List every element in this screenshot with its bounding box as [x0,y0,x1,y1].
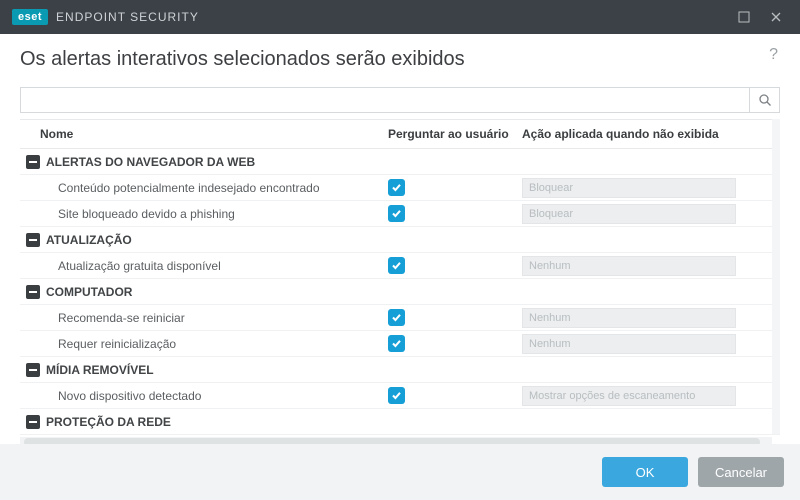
table-row: Conteúdo potencialmente indesejado encon… [20,175,780,201]
col-header-ask[interactable]: Perguntar ao usuário [388,127,522,141]
title-bar: eset ENDPOINT SECURITY [0,0,800,34]
group-label: PROTEÇÃO DA REDE [46,415,171,429]
brand-badge: eset [12,9,48,25]
ask-user-checkbox[interactable] [388,387,405,404]
search-input[interactable] [21,88,749,112]
group-name: MÍDIA REMOVÍVEL [20,363,388,377]
group-label: ATUALIZAÇÃO [46,233,132,247]
search-row [20,87,780,113]
alerts-table: Nome Perguntar ao usuário Ação aplicada … [20,119,780,435]
search-icon [758,93,772,107]
ok-button[interactable]: OK [602,457,688,487]
group-label: COMPUTADOR [46,285,132,299]
collapse-icon[interactable] [26,415,40,429]
alert-name: Requer reinicialização [20,337,388,351]
collapse-icon[interactable] [26,155,40,169]
alert-name: Atualização gratuita disponível [20,259,388,273]
minimize-button[interactable] [728,0,760,34]
page-title: Os alertas interativos selecionados serã… [20,48,780,71]
alert-name: Conteúdo potencialmente indesejado encon… [20,181,388,195]
action-field[interactable]: Nenhum [522,308,736,328]
group-name: ALERTAS DO NAVEGADOR DA WEB [20,155,388,169]
group-name: ATUALIZAÇÃO [20,233,388,247]
group-label: MÍDIA REMOVÍVEL [46,363,154,377]
ask-user-checkbox[interactable] [388,179,405,196]
collapse-icon[interactable] [26,285,40,299]
group-row[interactable]: COMPUTADOR [20,279,780,305]
group-row[interactable]: PROTEÇÃO DA REDE [20,409,780,435]
group-row[interactable]: ATUALIZAÇÃO [20,227,780,253]
alert-name: Novo dispositivo detectado [20,389,388,403]
group-name: PROTEÇÃO DA REDE [20,415,388,429]
dialog-footer: OK Cancelar [0,444,800,500]
action-field[interactable]: Bloquear [522,178,736,198]
action-field[interactable]: Mostrar opções de escaneamento [522,386,736,406]
group-label: ALERTAS DO NAVEGADOR DA WEB [46,155,255,169]
action-field[interactable]: Nenhum [522,334,736,354]
ask-user-checkbox[interactable] [388,205,405,222]
ask-user-checkbox[interactable] [388,309,405,326]
col-header-name[interactable]: Nome [20,127,388,141]
vertical-scrollbar[interactable] [772,119,780,434]
table-row: Requer reinicialização Nenhum [20,331,780,357]
table-row: Site bloqueado devido a phishing Bloquear [20,201,780,227]
product-name: ENDPOINT SECURITY [56,10,199,24]
col-header-action[interactable]: Ação aplicada quando não exibida [522,127,780,141]
group-name: COMPUTADOR [20,285,388,299]
table-row: Novo dispositivo detectado Mostrar opções… [20,383,780,409]
search-button[interactable] [749,88,779,112]
table-row: Atualização gratuita disponível Nenhum [20,253,780,279]
alert-name: Site bloqueado devido a phishing [20,207,388,221]
alert-name: Recomenda-se reiniciar [20,311,388,325]
group-row[interactable]: MÍDIA REMOVÍVEL [20,357,780,383]
ask-user-checkbox[interactable] [388,335,405,352]
action-field[interactable]: Bloquear [522,204,736,224]
group-row[interactable]: ALERTAS DO NAVEGADOR DA WEB [20,149,780,175]
table-row: Recomenda-se reiniciar Nenhum [20,305,780,331]
collapse-icon[interactable] [26,233,40,247]
table-header: Nome Perguntar ao usuário Ação aplicada … [20,119,780,149]
help-icon[interactable]: ? [769,46,778,64]
collapse-icon[interactable] [26,363,40,377]
close-button[interactable] [760,0,792,34]
action-field[interactable]: Nenhum [522,256,736,276]
cancel-button[interactable]: Cancelar [698,457,784,487]
ask-user-checkbox[interactable] [388,257,405,274]
